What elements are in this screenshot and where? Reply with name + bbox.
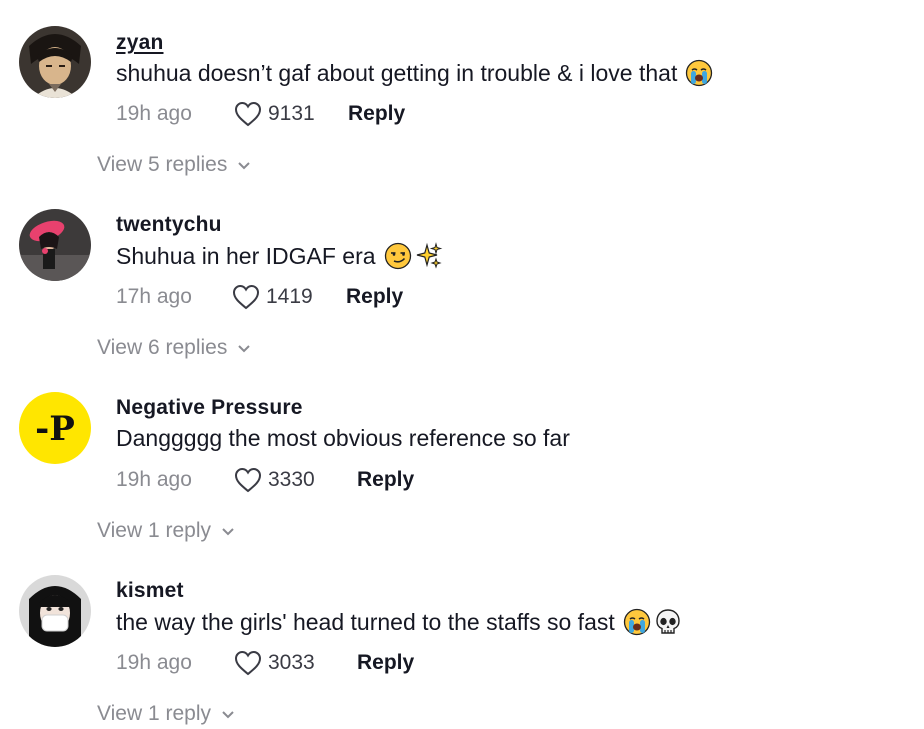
avatar-image — [19, 26, 91, 98]
avatar-image: -P — [19, 392, 91, 464]
comment-text-content: the way the girls' head turned to the st… — [116, 608, 615, 635]
chevron-down-icon — [222, 528, 234, 536]
comment-item: zyan shuhua doesn’t gaf about getting in… — [0, 0, 924, 180]
comment-meta: 19h ago 9131 Reply — [116, 99, 405, 129]
view-replies-label: View 6 replies — [97, 336, 228, 359]
reply-button[interactable]: Reply — [346, 285, 403, 309]
avatar[interactable] — [19, 26, 91, 98]
comment-text-content: Shuhua in her IDGAF era — [116, 242, 376, 269]
like-count: 1419 — [266, 285, 313, 308]
avatar[interactable]: -P — [19, 392, 91, 464]
comment-timestamp: 19h ago — [116, 651, 192, 674]
view-replies-button[interactable]: View 1 reply — [97, 702, 235, 726]
comment-timestamp: 17h ago — [116, 285, 192, 308]
view-replies-label: View 5 replies — [97, 153, 228, 176]
reply-button[interactable]: Reply — [357, 468, 414, 492]
reply-button[interactable]: Reply — [357, 651, 414, 675]
loudly-crying-face-icon — [623, 608, 651, 636]
heart-icon — [234, 467, 262, 493]
comment-meta: 17h ago 1419 Reply — [116, 282, 403, 312]
comment-username[interactable]: Negative Pressure — [116, 396, 303, 420]
like-button[interactable]: 3330 — [234, 467, 357, 493]
comment-username[interactable]: twentychu — [116, 213, 222, 237]
view-replies-button[interactable]: View 5 replies — [97, 153, 251, 177]
comment-meta: 19h ago 3330 Reply — [116, 465, 414, 495]
loudly-crying-face-icon — [685, 59, 713, 87]
comment-timestamp: 19h ago — [116, 468, 192, 491]
comment-text: Shuhua in her IDGAF era — [116, 242, 443, 270]
like-button[interactable]: 1419 — [232, 284, 346, 310]
like-button[interactable]: 9131 — [234, 101, 348, 127]
like-count: 3330 — [268, 468, 315, 491]
avatar[interactable] — [19, 575, 91, 647]
comment-text: shuhua doesn’t gaf about getting in trou… — [116, 59, 713, 87]
comment-item: kismet the way the girls' head turned to… — [0, 549, 924, 729]
chevron-down-icon — [222, 711, 234, 719]
heart-icon — [234, 101, 262, 127]
heart-icon — [234, 650, 262, 676]
reply-button[interactable]: Reply — [348, 102, 405, 126]
sparkles-icon — [415, 242, 443, 270]
like-count: 3033 — [268, 651, 315, 674]
avatar-image — [19, 575, 91, 647]
comment-item: -P Negative Pressure Danggggg the most o… — [0, 366, 924, 546]
view-replies-label: View 1 reply — [97, 519, 212, 542]
avatar[interactable] — [19, 209, 91, 281]
comment-timestamp: 19h ago — [116, 102, 192, 125]
comment-text-content: shuhua doesn’t gaf about getting in trou… — [116, 59, 678, 86]
view-replies-button[interactable]: View 6 replies — [97, 336, 251, 360]
smirking-face-icon — [384, 242, 412, 270]
comment-meta: 19h ago 3033 Reply — [116, 648, 414, 678]
comment-username[interactable]: zyan — [116, 31, 164, 55]
view-replies-button[interactable]: View 1 reply — [97, 519, 235, 543]
comment-text-content: Danggggg the most obvious reference so f… — [116, 425, 570, 451]
skull-icon — [654, 608, 682, 636]
avatar-logo-text: -P — [35, 409, 75, 449]
chevron-down-icon — [238, 162, 251, 170]
like-count: 9131 — [268, 102, 315, 125]
comment-username[interactable]: kismet — [116, 579, 184, 603]
chevron-down-icon — [238, 345, 251, 353]
like-button[interactable]: 3033 — [234, 650, 357, 676]
avatar-image — [19, 209, 91, 281]
comment-text: the way the girls' head turned to the st… — [116, 608, 682, 636]
comment-item: twentychu Shuhua in her IDGAF era 17h ag… — [0, 183, 924, 363]
view-replies-label: View 1 reply — [97, 702, 212, 725]
comment-text: Danggggg the most obvious reference so f… — [116, 425, 570, 452]
heart-icon — [232, 284, 260, 310]
